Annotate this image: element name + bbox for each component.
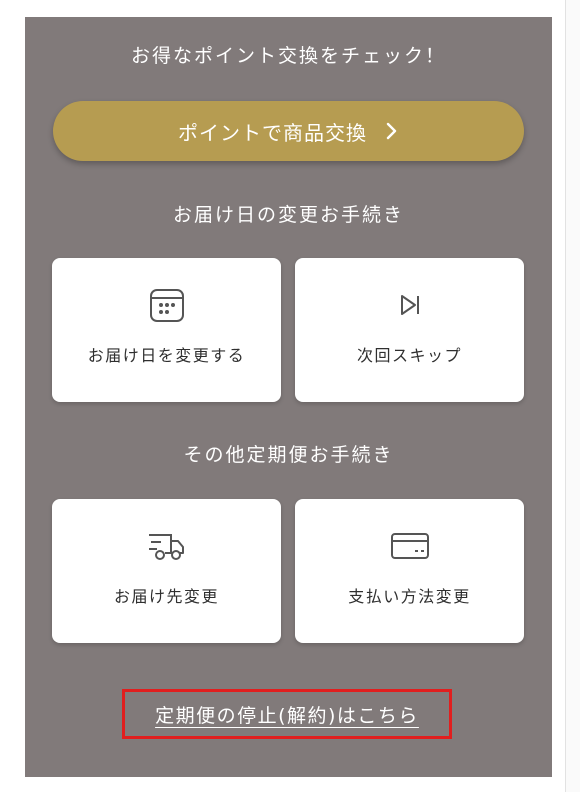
point-exchange-button-label: ポイントで商品交換 bbox=[178, 120, 367, 145]
change-delivery-date-card[interactable]: お届け日を変更する bbox=[52, 258, 281, 402]
change-address-label: お届け先変更 bbox=[113, 587, 219, 606]
skip-next-card[interactable]: 次回スキップ bbox=[295, 258, 524, 402]
skip-next-icon bbox=[398, 286, 422, 324]
cancel-highlight-box: 定期便の停止(解約)はこちら bbox=[122, 689, 452, 739]
scroll-edge bbox=[565, 0, 580, 792]
points-heading: お得なポイント交換をチェック！ bbox=[130, 45, 446, 67]
change-address-card[interactable]: お届け先変更 bbox=[52, 499, 281, 643]
point-exchange-button[interactable]: ポイントで商品交換 bbox=[53, 101, 524, 161]
skip-next-label: 次回スキップ bbox=[356, 346, 462, 365]
change-payment-card[interactable]: 支払い方法変更 bbox=[295, 499, 524, 643]
delivery-date-heading: お届け日の変更お手続き bbox=[172, 204, 404, 226]
chevron-right-icon bbox=[385, 122, 399, 140]
change-payment-label: 支払い方法変更 bbox=[348, 587, 471, 606]
calendar-icon bbox=[149, 286, 185, 324]
other-procedures-heading: その他定期便お手続き bbox=[183, 444, 394, 466]
credit-card-icon bbox=[390, 527, 430, 565]
subscription-panel: お得なポイント交換をチェック！ ポイントで商品交換 お届け日の変更お手続き お届… bbox=[25, 17, 552, 777]
cancel-subscription-link[interactable]: 定期便の停止(解約)はこちら bbox=[155, 701, 419, 728]
delivery-truck-icon bbox=[147, 527, 187, 565]
change-delivery-date-label: お届け日を変更する bbox=[87, 346, 246, 365]
